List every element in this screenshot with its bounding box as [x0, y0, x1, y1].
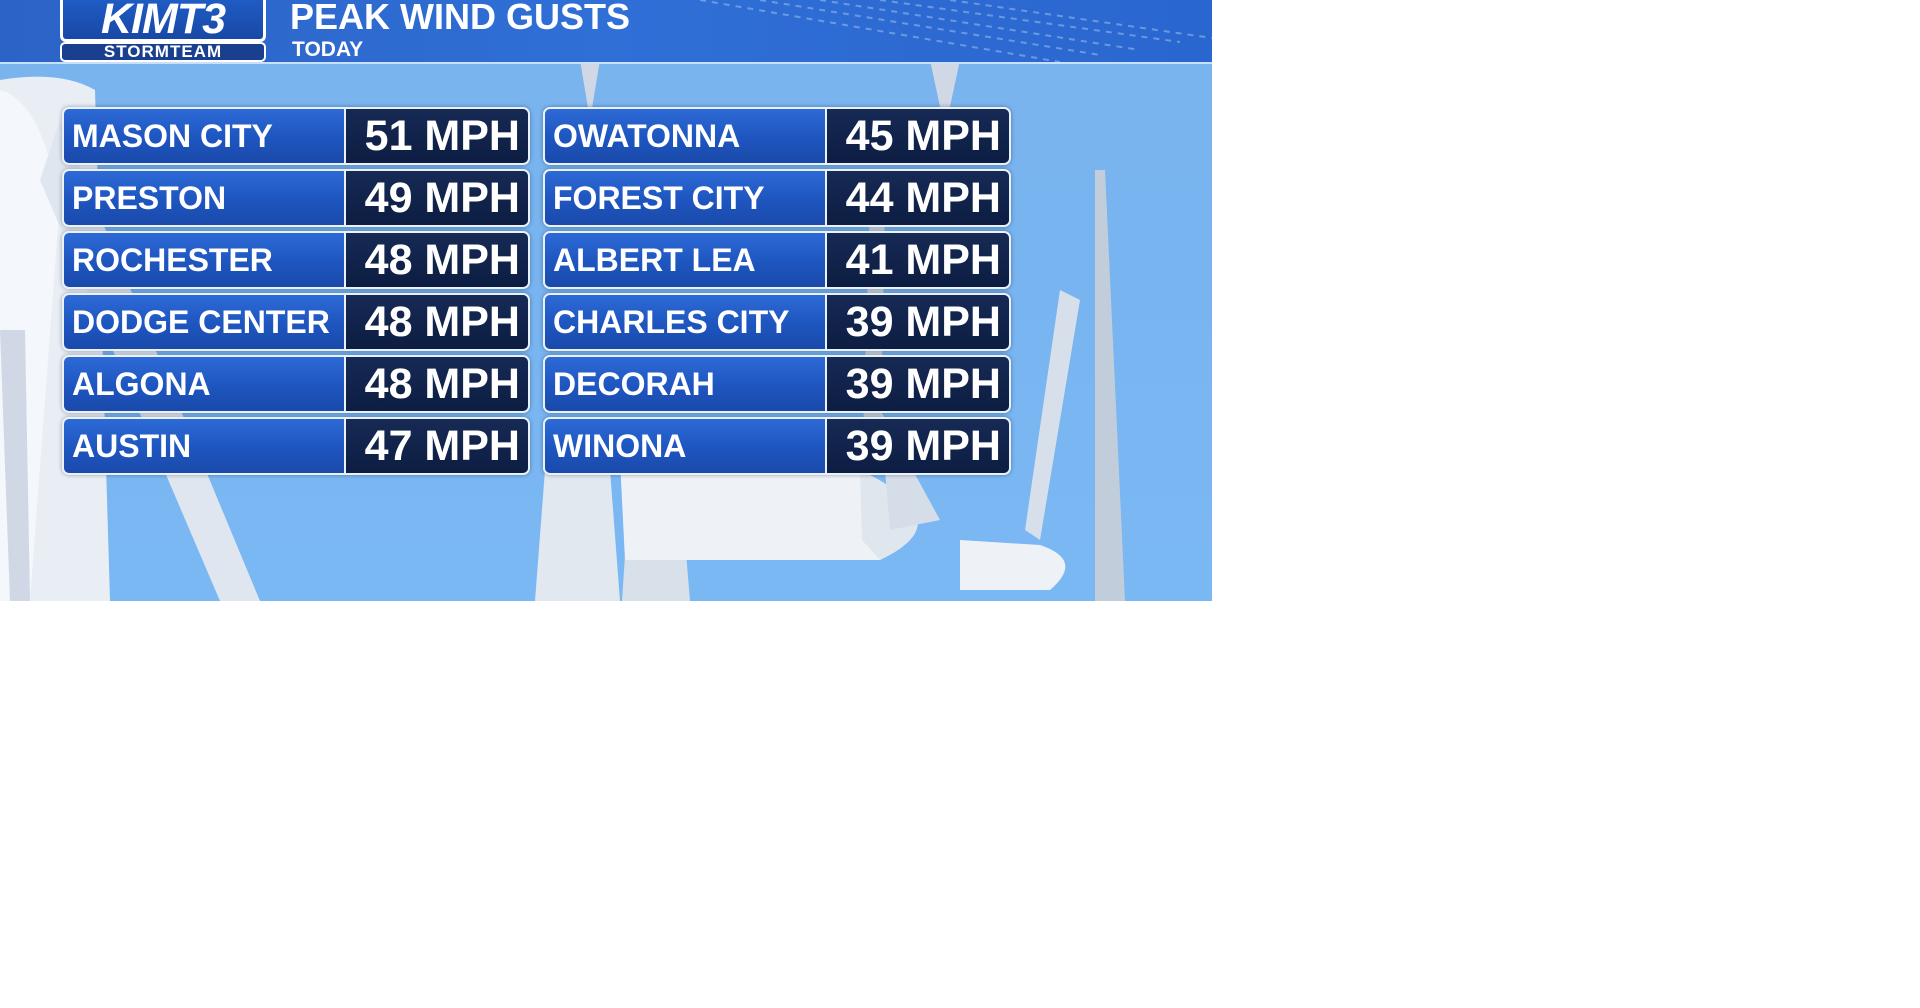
gust-row: WINONA 39 MPH [543, 417, 1011, 475]
city-name: AUSTIN [64, 419, 346, 473]
gust-row: AUSTIN 47 MPH [62, 417, 530, 475]
city-name: MASON CITY [64, 109, 346, 163]
logo-wordmark: KIMT3 [60, 0, 266, 42]
gust-row: ALBERT LEA 41 MPH [543, 231, 1011, 289]
left-column: MASON CITY 51 MPH PRESTON 49 MPH ROCHEST… [62, 107, 530, 479]
kimt3-logo: KIMT3 STORMTEAM [60, 0, 266, 62]
gust-row: ALGONA 48 MPH [62, 355, 530, 413]
city-name: DODGE CENTER [64, 295, 346, 349]
gust-speed: 48 MPH [346, 233, 528, 287]
city-name: ROCHESTER [64, 233, 346, 287]
city-name: ALBERT LEA [545, 233, 827, 287]
city-name: WINONA [545, 419, 827, 473]
gust-speed: 44 MPH [827, 171, 1009, 225]
weather-graphic: KIMT3 STORMTEAM PEAK WIND GUSTS TODAY MA… [0, 0, 1212, 601]
gust-row: PRESTON 49 MPH [62, 169, 530, 227]
city-name: ALGONA [64, 357, 346, 411]
city-name: PRESTON [64, 171, 346, 225]
page-subtitle: TODAY [292, 38, 364, 61]
gust-row: FOREST CITY 44 MPH [543, 169, 1011, 227]
gust-speed: 51 MPH [346, 109, 528, 163]
logo-stormteam: STORMTEAM [60, 42, 266, 62]
gust-speed: 39 MPH [827, 357, 1009, 411]
header-bar: KIMT3 STORMTEAM PEAK WIND GUSTS TODAY [0, 0, 1212, 64]
gust-speed: 49 MPH [346, 171, 528, 225]
gust-row: DECORAH 39 MPH [543, 355, 1011, 413]
page-title: PEAK WIND GUSTS [290, 0, 631, 37]
gust-speed: 48 MPH [346, 357, 528, 411]
gust-speed: 48 MPH [346, 295, 528, 349]
gust-row: MASON CITY 51 MPH [62, 107, 530, 165]
gust-row: CHARLES CITY 39 MPH [543, 293, 1011, 351]
gust-speed: 39 MPH [827, 419, 1009, 473]
city-name: CHARLES CITY [545, 295, 827, 349]
gust-row: OWATONNA 45 MPH [543, 107, 1011, 165]
gust-speed: 45 MPH [827, 109, 1009, 163]
right-column: OWATONNA 45 MPH FOREST CITY 44 MPH ALBER… [543, 107, 1011, 479]
gust-speed: 39 MPH [827, 295, 1009, 349]
city-name: OWATONNA [545, 109, 827, 163]
city-name: DECORAH [545, 357, 827, 411]
gust-speed: 41 MPH [827, 233, 1009, 287]
gust-row: DODGE CENTER 48 MPH [62, 293, 530, 351]
gust-row: ROCHESTER 48 MPH [62, 231, 530, 289]
city-name: FOREST CITY [545, 171, 827, 225]
gust-speed: 47 MPH [346, 419, 528, 473]
